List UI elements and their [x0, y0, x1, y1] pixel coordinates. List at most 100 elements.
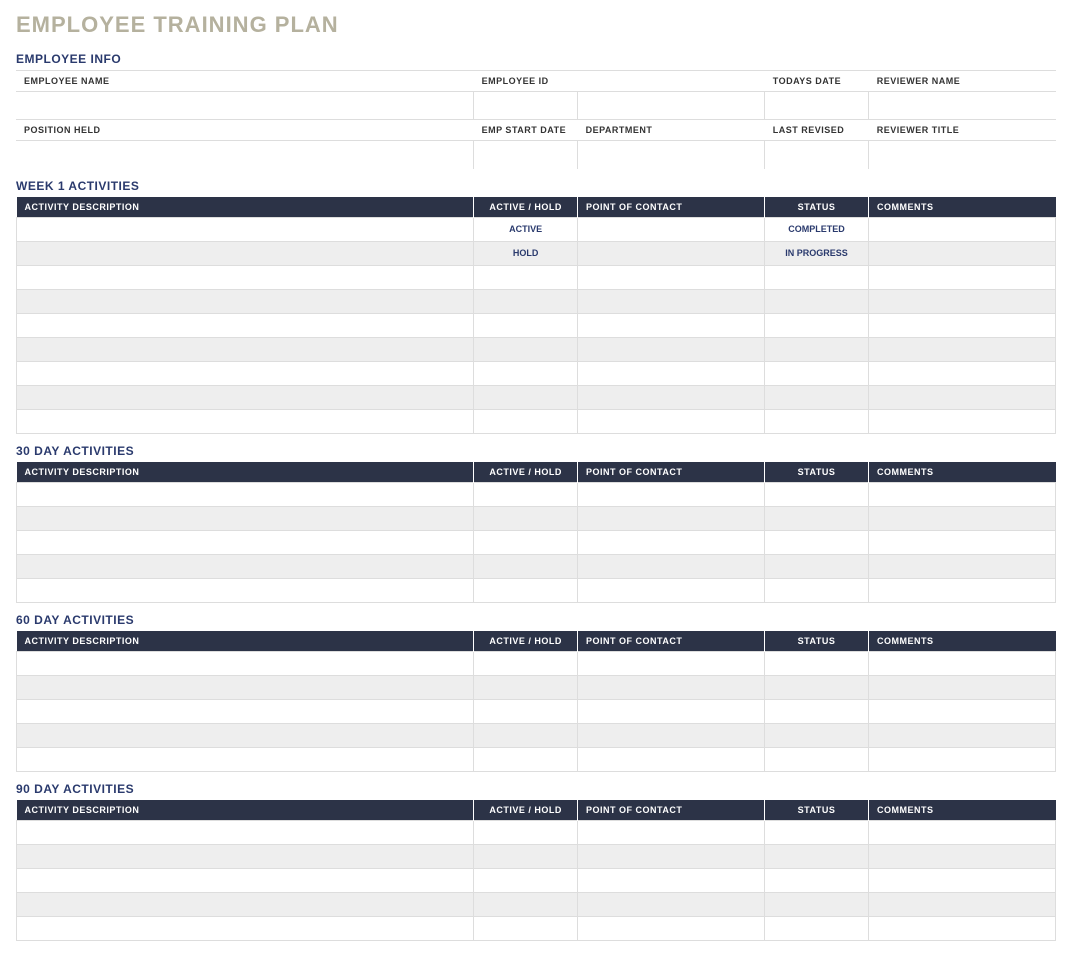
cell-active-hold[interactable]	[474, 868, 578, 892]
cell-status[interactable]	[765, 578, 869, 602]
cell-active-hold[interactable]	[474, 530, 578, 554]
cell-contact[interactable]	[578, 289, 765, 313]
cell-comments[interactable]	[868, 337, 1055, 361]
cell-status[interactable]	[765, 820, 869, 844]
cell-active-hold[interactable]	[474, 651, 578, 675]
input-department[interactable]	[578, 141, 765, 169]
cell-contact[interactable]	[578, 361, 765, 385]
cell-active-hold[interactable]: ACTIVE	[474, 217, 578, 241]
cell-status[interactable]	[765, 361, 869, 385]
cell-contact[interactable]	[578, 651, 765, 675]
input-employee-id[interactable]	[474, 92, 578, 120]
cell-contact[interactable]	[578, 337, 765, 361]
cell-comments[interactable]	[868, 241, 1055, 265]
cell-contact[interactable]	[578, 820, 765, 844]
input-position-held[interactable]	[16, 141, 474, 169]
cell-status[interactable]	[765, 651, 869, 675]
cell-description[interactable]	[17, 313, 474, 337]
cell-status[interactable]	[765, 409, 869, 433]
cell-contact[interactable]	[578, 892, 765, 916]
cell-status[interactable]	[765, 385, 869, 409]
cell-status[interactable]	[765, 747, 869, 771]
cell-comments[interactable]	[868, 217, 1055, 241]
cell-active-hold[interactable]	[474, 675, 578, 699]
cell-active-hold[interactable]	[474, 409, 578, 433]
cell-active-hold[interactable]	[474, 578, 578, 602]
cell-contact[interactable]	[578, 868, 765, 892]
cell-status[interactable]	[765, 554, 869, 578]
cell-comments[interactable]	[868, 820, 1055, 844]
cell-description[interactable]	[17, 820, 474, 844]
cell-contact[interactable]	[578, 506, 765, 530]
cell-comments[interactable]	[868, 313, 1055, 337]
cell-contact[interactable]	[578, 675, 765, 699]
cell-status[interactable]	[765, 675, 869, 699]
cell-description[interactable]	[17, 530, 474, 554]
cell-comments[interactable]	[868, 868, 1055, 892]
cell-contact[interactable]	[578, 554, 765, 578]
cell-description[interactable]	[17, 482, 474, 506]
cell-description[interactable]	[17, 385, 474, 409]
cell-active-hold[interactable]	[474, 699, 578, 723]
cell-status[interactable]: COMPLETED	[765, 217, 869, 241]
cell-description[interactable]	[17, 723, 474, 747]
cell-comments[interactable]	[868, 723, 1055, 747]
cell-comments[interactable]	[868, 361, 1055, 385]
cell-active-hold[interactable]	[474, 482, 578, 506]
cell-comments[interactable]	[868, 385, 1055, 409]
cell-contact[interactable]	[578, 265, 765, 289]
cell-description[interactable]	[17, 265, 474, 289]
cell-contact[interactable]	[578, 723, 765, 747]
cell-contact[interactable]	[578, 578, 765, 602]
cell-active-hold[interactable]	[474, 313, 578, 337]
cell-contact[interactable]	[578, 241, 765, 265]
cell-status[interactable]	[765, 506, 869, 530]
cell-active-hold[interactable]	[474, 337, 578, 361]
cell-description[interactable]	[17, 361, 474, 385]
cell-description[interactable]	[17, 675, 474, 699]
cell-description[interactable]	[17, 699, 474, 723]
input-reviewer-name[interactable]	[869, 92, 1056, 120]
cell-active-hold[interactable]	[474, 892, 578, 916]
cell-comments[interactable]	[868, 699, 1055, 723]
cell-status[interactable]	[765, 530, 869, 554]
cell-comments[interactable]	[868, 482, 1055, 506]
cell-comments[interactable]	[868, 265, 1055, 289]
input-reviewer-title[interactable]	[869, 141, 1056, 169]
cell-active-hold[interactable]	[474, 361, 578, 385]
cell-active-hold[interactable]	[474, 723, 578, 747]
cell-active-hold[interactable]	[474, 506, 578, 530]
cell-comments[interactable]	[868, 747, 1055, 771]
cell-status[interactable]	[765, 723, 869, 747]
cell-status[interactable]	[765, 289, 869, 313]
cell-status[interactable]	[765, 337, 869, 361]
cell-description[interactable]	[17, 289, 474, 313]
cell-status[interactable]	[765, 265, 869, 289]
input-employee-name[interactable]	[16, 92, 474, 120]
input-emp-start-date[interactable]	[474, 141, 578, 169]
cell-comments[interactable]	[868, 892, 1055, 916]
cell-contact[interactable]	[578, 699, 765, 723]
cell-status[interactable]	[765, 482, 869, 506]
cell-comments[interactable]	[868, 554, 1055, 578]
cell-contact[interactable]	[578, 385, 765, 409]
cell-description[interactable]	[17, 578, 474, 602]
cell-contact[interactable]	[578, 747, 765, 771]
cell-description[interactable]	[17, 651, 474, 675]
cell-description[interactable]	[17, 747, 474, 771]
cell-active-hold[interactable]	[474, 554, 578, 578]
cell-active-hold[interactable]	[474, 844, 578, 868]
cell-description[interactable]	[17, 217, 474, 241]
cell-contact[interactable]	[578, 217, 765, 241]
cell-comments[interactable]	[868, 409, 1055, 433]
cell-description[interactable]	[17, 554, 474, 578]
cell-active-hold[interactable]	[474, 820, 578, 844]
cell-status[interactable]	[765, 844, 869, 868]
cell-comments[interactable]	[868, 506, 1055, 530]
cell-comments[interactable]	[868, 530, 1055, 554]
cell-description[interactable]	[17, 892, 474, 916]
cell-status[interactable]	[765, 313, 869, 337]
cell-comments[interactable]	[868, 916, 1055, 940]
cell-contact[interactable]	[578, 409, 765, 433]
cell-active-hold[interactable]	[474, 289, 578, 313]
